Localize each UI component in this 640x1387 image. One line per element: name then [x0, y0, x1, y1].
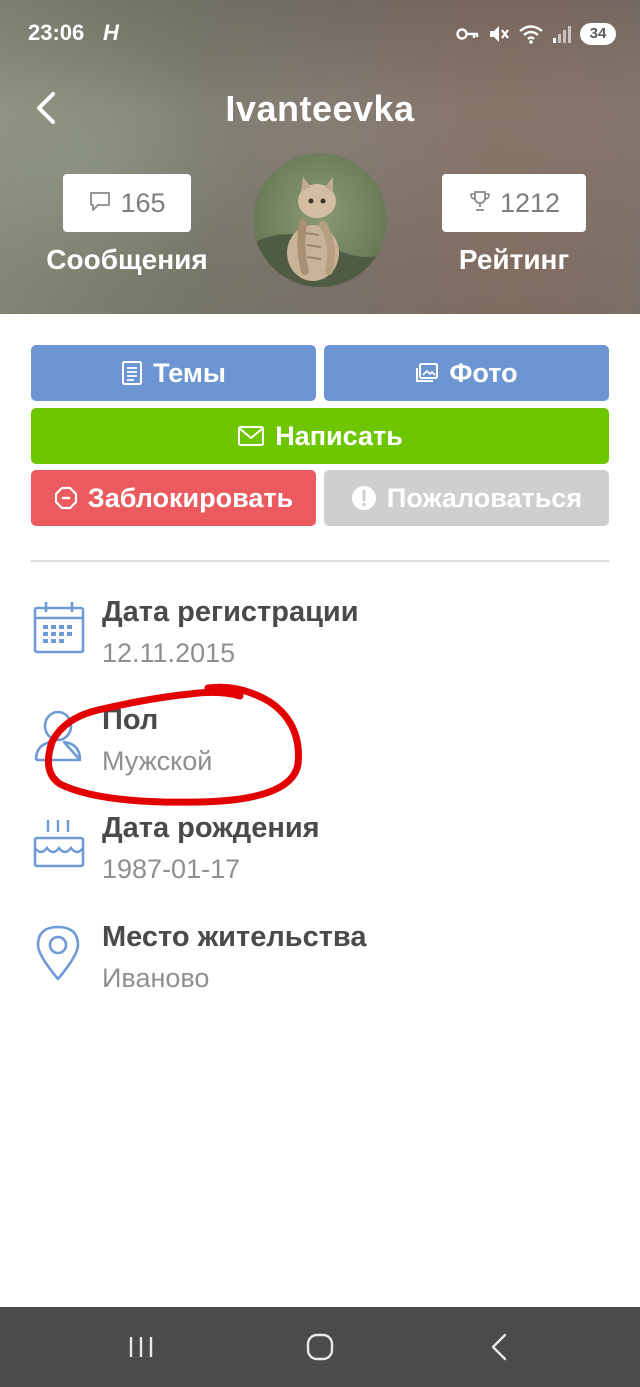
- photo-button-label: Фото: [449, 357, 518, 388]
- info-label: Дата рождения: [102, 812, 320, 844]
- image-icon: [415, 362, 439, 384]
- block-user-button-label: Заблокировать: [87, 482, 294, 513]
- photo-button[interactable]: Фото: [324, 345, 609, 401]
- chevron-left-icon: [491, 1333, 507, 1361]
- block-user-button[interactable]: Заблокировать: [31, 470, 316, 526]
- rating-label: Рейтинг: [458, 244, 570, 275]
- write-message-button[interactable]: Написать: [31, 408, 609, 464]
- status-bar: 23:06 H 34: [0, 0, 640, 66]
- mute-icon: [488, 24, 510, 44]
- location-pin-icon: [32, 921, 88, 985]
- home-icon: [306, 1333, 334, 1361]
- messages-count-box[interactable]: 165: [63, 174, 191, 232]
- cat-avatar[interactable]: [253, 153, 387, 287]
- envelope-icon: [237, 425, 265, 447]
- trophy-icon: [468, 189, 492, 218]
- info-birth-date: Дата рождения 1987-01-17: [32, 812, 592, 892]
- info-gender: Пол Мужской: [32, 704, 592, 784]
- write-message-button-label: Написать: [275, 420, 403, 451]
- profile-header: 23:06 H 34 Ivanteevka 165 Сообщения 1212…: [0, 0, 640, 314]
- info-value: Мужской: [102, 746, 213, 776]
- wifi-icon: [518, 24, 544, 44]
- info-value: Иваново: [102, 963, 210, 993]
- home-button[interactable]: [290, 1327, 350, 1367]
- topics-button-label: Темы: [153, 357, 226, 388]
- info-label: Пол: [102, 704, 159, 736]
- status-time: 23:06: [28, 20, 85, 45]
- back-nav-button[interactable]: [469, 1327, 529, 1367]
- recent-apps-icon: [129, 1337, 153, 1357]
- report-user-button-label: Пожаловаться: [386, 482, 583, 513]
- rating-count: 1212: [499, 187, 561, 218]
- topics-button[interactable]: Темы: [31, 345, 316, 401]
- notification-icon: H: [103, 20, 119, 45]
- info-location: Место жительства Иваново: [32, 921, 592, 1001]
- system-nav-bar: [0, 1307, 640, 1387]
- info-value: 12.11.2015: [102, 638, 236, 668]
- recent-apps-button[interactable]: [111, 1327, 171, 1367]
- report-user-button[interactable]: Пожаловаться: [324, 470, 609, 526]
- person-icon: [32, 704, 88, 768]
- block-icon: [54, 486, 78, 510]
- status-icons: 34: [456, 22, 616, 46]
- info-label: Дата регистрации: [102, 596, 359, 628]
- document-icon: [121, 360, 143, 386]
- info-label: Место жительства: [102, 921, 367, 953]
- page-title: Ivanteevka: [225, 88, 415, 129]
- cake-icon: [32, 812, 88, 876]
- battery-indicator: 34: [580, 23, 616, 45]
- divider: [31, 560, 609, 562]
- messages-count: 165: [120, 187, 166, 218]
- info-registration-date: Дата регистрации 12.11.2015: [32, 596, 592, 676]
- comment-icon: [88, 189, 112, 218]
- messages-label: Сообщения: [46, 244, 208, 275]
- rating-count-box[interactable]: 1212: [442, 174, 586, 232]
- info-value: 1987-01-17: [102, 854, 241, 884]
- key-icon: [456, 26, 480, 42]
- calendar-icon: [32, 596, 88, 660]
- exclamation-icon: [351, 485, 377, 511]
- signal-icon: [552, 24, 572, 44]
